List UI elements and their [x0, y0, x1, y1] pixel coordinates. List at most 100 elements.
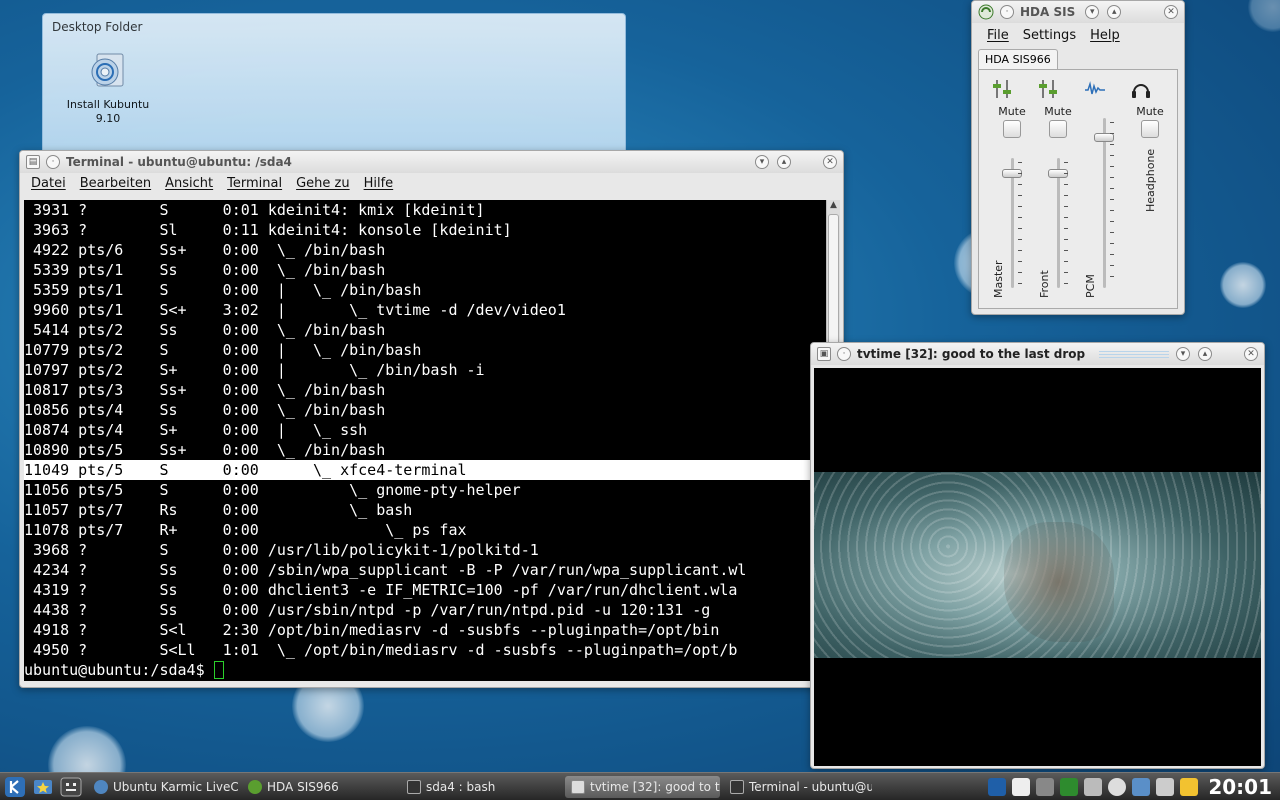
menu-help[interactable]: Help — [1090, 28, 1120, 43]
install-disc-icon — [91, 53, 124, 87]
menu-settings[interactable]: Settings — [1023, 28, 1076, 43]
task-hda-sis966[interactable]: HDA SIS966 — [242, 776, 397, 798]
mixer-window[interactable]: · HDA SIS ▾ ▴ ✕ File Settings Help HDA S… — [971, 0, 1185, 315]
volume-icon[interactable] — [1084, 777, 1103, 796]
terminal-line: 4918 ? S<l 2:30 /opt/bin/mediasrv -d -su… — [24, 621, 720, 639]
terminal-line: 4319 ? Ss 0:00 dhclient3 -e IF_METRIC=10… — [24, 581, 738, 599]
menu-hilfe[interactable]: Hilfe — [364, 176, 394, 191]
task-ubuntu-karmic-livecd[interactable]: Ubuntu Karmic LiveCD — [88, 776, 238, 798]
terminal-line: 11056 pts/5 S 0:00 \_ gnome-pty-helper — [24, 481, 521, 499]
waveform-icon — [1085, 81, 1105, 95]
terminal-line: 10890 pts/5 Ss+ 0:00 \_ /bin/bash — [24, 441, 386, 459]
sticky-pin-icon[interactable]: · — [837, 347, 851, 361]
terminal-prompt: ubuntu@ubuntu:/sda4$ — [24, 661, 214, 679]
channel-name: Master — [992, 260, 1005, 298]
mute-label: Mute — [998, 105, 1026, 118]
menu-datei[interactable]: Datei — [31, 176, 66, 191]
scroll-up-arrow-icon[interactable]: ▲ — [827, 200, 840, 214]
text-cursor — [213, 661, 224, 679]
kde-menu-icon[interactable] — [2, 774, 28, 800]
channel-pcm: PCM — [1084, 78, 1124, 303]
menu-file[interactable]: File — [987, 28, 1009, 43]
activity-face-icon[interactable] — [58, 774, 84, 800]
maximize-icon[interactable]: ▴ — [1198, 347, 1212, 361]
task-label: Ubuntu Karmic LiveCD — [113, 779, 238, 794]
volume-ticks — [1110, 122, 1114, 287]
close-icon[interactable]: ✕ — [823, 155, 837, 169]
terminal-window[interactable]: ▤ · Terminal - ubuntu@ubuntu: /sda4 ▾ ▴ … — [19, 150, 844, 688]
terminal-line: 10797 pts/2 S+ 0:00 | \_ /bin/bash -i — [24, 361, 485, 379]
task-label: sda4 : bash — [426, 779, 496, 794]
tv-video-image — [814, 472, 1261, 658]
close-icon[interactable]: ✕ — [1164, 5, 1178, 19]
terminal-prompt-line[interactable]: ubuntu@ubuntu:/sda4$ — [24, 660, 827, 680]
menu-bearbeiten[interactable]: Bearbeiten — [80, 176, 151, 191]
task-label: HDA SIS966 — [267, 779, 339, 794]
channel-name: PCM — [1084, 274, 1097, 298]
wallpaper-bokeh — [1248, 0, 1280, 32]
taskbar: Ubuntu Karmic LiveCD HDA SIS966 sda4 : b… — [0, 772, 1280, 800]
terminal-line: 11049 pts/5 S 0:00 \_ xfce4-terminal — [24, 460, 827, 480]
channel-headphone: Mute Headphone — [1130, 78, 1170, 303]
terminal-output[interactable]: 3931 ? S 0:01 kdeinit4: kmix [kdeinit] 3… — [24, 200, 827, 681]
menu-terminal[interactable]: Terminal — [227, 176, 282, 191]
mute-label: Mute — [1044, 105, 1072, 118]
sticky-pin-icon[interactable]: · — [1000, 5, 1014, 19]
terminal-titlebar[interactable]: ▤ · Terminal - ubuntu@ubuntu: /sda4 ▾ ▴ … — [20, 151, 843, 173]
maximize-icon[interactable]: ▴ — [777, 155, 791, 169]
tv-video-frame[interactable] — [814, 368, 1261, 766]
terminal-line: 10779 pts/2 S 0:00 | \_ /bin/bash — [24, 341, 422, 359]
network-manager-icon[interactable] — [1132, 777, 1151, 796]
mute-label: Mute — [1136, 105, 1164, 118]
network-card-icon[interactable] — [1060, 777, 1079, 796]
task-tvtime[interactable]: tvtime [32]: good to th — [565, 775, 720, 798]
tvtime-title: tvtime [32]: good to the last drop — [857, 347, 1086, 361]
battery-power-icon[interactable] — [1180, 777, 1199, 796]
kmix-speaker-icon[interactable] — [978, 4, 994, 20]
minimize-icon[interactable]: ▾ — [755, 155, 769, 169]
minimize-icon[interactable]: ▾ — [1085, 5, 1100, 19]
channel-name: Headphone — [1144, 148, 1157, 212]
mixer-titlebar[interactable]: · HDA SIS ▾ ▴ ✕ — [972, 1, 1184, 23]
menu-gehe-zu[interactable]: Gehe zu — [296, 176, 350, 191]
desktop-star-icon[interactable] — [30, 774, 56, 800]
clipboard-icon[interactable] — [1012, 777, 1031, 796]
terminal-line: 4234 ? Ss 0:00 /sbin/wpa_supplicant -B -… — [24, 561, 747, 579]
tvtime-titlebar[interactable]: ▣ · tvtime [32]: good to the last drop ▾… — [811, 343, 1264, 365]
menu-ansicht[interactable]: Ansicht — [165, 176, 213, 191]
desktop-folder-view[interactable]: Desktop Folder Install Kubuntu 9.10 — [42, 13, 626, 163]
mute-toggle[interactable] — [1049, 120, 1067, 138]
mute-toggle[interactable] — [1003, 120, 1021, 138]
terminal-icon — [730, 779, 744, 794]
system-tray: 20:01 — [988, 775, 1280, 799]
task-label: tvtime [32]: good to th — [590, 779, 720, 794]
device-notifier-icon[interactable] — [1036, 777, 1055, 796]
close-icon[interactable]: ✕ — [1244, 347, 1258, 361]
terminal-icon — [407, 779, 421, 794]
kmix-speaker-icon — [248, 779, 262, 794]
info-icon[interactable] — [1108, 777, 1127, 796]
slider-icon — [993, 80, 1011, 98]
clock[interactable]: 20:01 — [1208, 775, 1272, 799]
window-menu-icon[interactable]: ▤ — [26, 155, 40, 169]
channel-name: Front — [1038, 270, 1051, 298]
minimize-icon[interactable]: ▾ — [1176, 347, 1190, 361]
install-kubuntu-label-line1: Install Kubuntu — [66, 98, 150, 111]
desktop-pager-icon[interactable] — [988, 777, 1007, 796]
terminal-menubar: Datei Bearbeiten Ansicht Terminal Gehe z… — [20, 173, 843, 194]
install-kubuntu-launcher[interactable]: Install Kubuntu 9.10 — [63, 48, 153, 126]
mute-toggle[interactable] — [1141, 120, 1159, 138]
mixer-device-tab[interactable]: HDA SIS966 — [978, 49, 1058, 69]
task-terminal[interactable]: Terminal - ubuntu@ub — [724, 776, 872, 798]
maximize-icon[interactable]: ▴ — [1107, 5, 1122, 19]
terminal-line: 10856 pts/4 Ss 0:00 \_ /bin/bash — [24, 401, 386, 419]
terminal-line: 4438 ? Ss 0:00 /usr/sbin/ntpd -p /var/ru… — [24, 601, 711, 619]
window-menu-icon[interactable]: ▣ — [817, 347, 831, 361]
task-sda4-bash[interactable]: sda4 : bash — [401, 776, 561, 798]
mail-icon[interactable] — [1156, 777, 1175, 796]
channel-master: Mute Master — [992, 78, 1032, 303]
sticky-pin-icon[interactable]: · — [46, 155, 60, 169]
volume-track[interactable] — [1103, 118, 1106, 288]
terminal-line: 10874 pts/4 S+ 0:00 | \_ ssh — [24, 421, 368, 439]
tvtime-window[interactable]: ▣ · tvtime [32]: good to the last drop ▾… — [810, 342, 1265, 769]
